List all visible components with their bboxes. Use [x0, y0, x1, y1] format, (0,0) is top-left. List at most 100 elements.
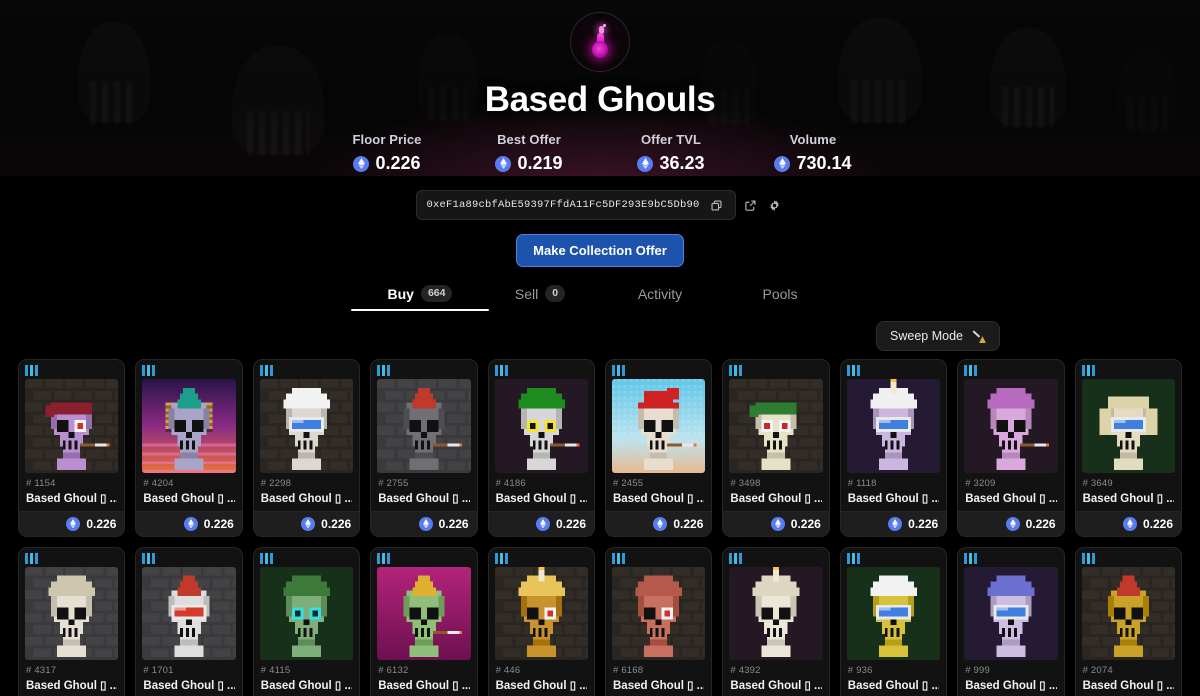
card-top	[489, 548, 594, 660]
nft-artwork	[964, 566, 1058, 660]
eth-icon	[1005, 516, 1020, 531]
token-id: # 446	[495, 664, 521, 676]
tab-buy[interactable]: Buy 664	[351, 285, 489, 312]
card-top	[489, 360, 594, 473]
contract-address-pill[interactable]: 0xeF1a89cbfAbE59397FfdA11Fc5DF293E9bC5Db…	[416, 190, 736, 220]
tab-label: Buy	[387, 285, 414, 302]
nft-card[interactable]: # 3209 Based Ghoul ▯ ... 0.226	[957, 359, 1065, 537]
stat-value: 36.23	[600, 153, 742, 174]
base-chain-icon	[846, 552, 860, 564]
card-top	[958, 548, 1063, 660]
contract-row: 0xeF1a89cbfAbE59397FfdA11Fc5DF293E9bC5Db…	[0, 190, 1200, 220]
sweep-mode-button[interactable]: Sweep Mode	[876, 321, 1000, 352]
tab-activity[interactable]: Activity	[600, 285, 720, 311]
nft-card[interactable]: # 2455 Based Ghoul ▯ ... 0.226	[605, 359, 713, 537]
nft-card[interactable]: # 2755 Based Ghoul ▯ ... 0.226	[370, 359, 478, 537]
nft-artwork	[377, 566, 471, 660]
nft-artwork	[142, 566, 236, 660]
nft-card[interactable]: # 4115Based Ghoul ▯ ...0.226	[252, 546, 361, 696]
price-row[interactable]: 0.226	[371, 510, 477, 536]
eth-icon	[888, 516, 903, 531]
base-chain-icon	[1081, 552, 1095, 564]
nft-artwork	[142, 379, 236, 473]
nft-card[interactable]: # 1154 Based Ghoul ▯ ... 0.226	[18, 359, 126, 537]
card-meta: # 6132 Based Ghoul ▯ ...	[371, 660, 476, 696]
nft-artwork	[612, 379, 706, 473]
token-id: # 6132	[378, 664, 409, 676]
price-row[interactable]: 0.226	[958, 510, 1064, 536]
eth-icon	[353, 155, 370, 172]
token-id: # 2755	[378, 477, 409, 489]
price-value: 0.226	[321, 516, 352, 531]
token-name: Based Ghoul ▯ ...	[260, 492, 353, 505]
card-meta: # 4186 Based Ghoul ▯ ...	[489, 473, 594, 511]
make-collection-offer-button[interactable]: Make Collection Offer	[516, 234, 684, 267]
nft-card[interactable]: # 2298 Based Ghoul ▯ ... 0.226	[252, 359, 361, 537]
base-chain-icon	[964, 552, 978, 564]
token-id: # 4186	[495, 477, 526, 489]
price-row[interactable]: 0.226	[253, 510, 360, 536]
token-id: # 999	[965, 664, 990, 676]
token-name: Based Ghoul ▯ ...	[613, 679, 705, 692]
stat-offer-tvl: Offer TVL 36.23	[600, 132, 742, 174]
token-id: # 2074	[1082, 664, 1113, 676]
copy-icon[interactable]	[708, 196, 726, 214]
nft-card[interactable]: # 446Based Ghoul ▯ ...0.226	[487, 546, 595, 696]
card-meta: # 3209 Based Ghoul ▯ ...	[958, 473, 1063, 511]
price-row[interactable]: 0.226	[840, 510, 947, 536]
card-top	[841, 548, 946, 660]
token-name: Based Ghoul ▯ ...	[847, 492, 940, 505]
token-name: Based Ghoul ▯ ...	[495, 679, 587, 692]
tab-pools[interactable]: Pools	[720, 285, 840, 311]
nft-card[interactable]: # 4204 Based Ghoul ▯ ... 0.226	[135, 359, 243, 537]
stat-number: 0.226	[375, 153, 421, 173]
collection-stats: Floor Price 0.226 Best Offer 0.219 Offer…	[316, 132, 884, 174]
base-chain-icon	[25, 552, 38, 564]
base-chain-icon	[494, 365, 508, 377]
external-link-icon[interactable]	[742, 196, 760, 214]
eth-icon	[495, 155, 512, 172]
eth-icon	[774, 155, 791, 172]
tab-sell[interactable]: Sell 0	[480, 285, 600, 311]
token-id: # 1118	[847, 477, 877, 489]
nft-card[interactable]: # 4392Based Ghoul ▯ ...0.226	[722, 546, 830, 696]
offer-button-row: Make Collection Offer	[0, 234, 1200, 267]
nft-card[interactable]: # 999Based Ghoul ▯ ...0.226	[957, 546, 1065, 696]
price-row[interactable]: 0.226	[136, 510, 242, 536]
card-top	[19, 548, 124, 660]
eth-icon	[66, 516, 81, 531]
price-row[interactable]: 0.226	[488, 510, 594, 536]
nft-card[interactable]: # 1701Based Ghoul ▯ ...0.226	[135, 546, 243, 696]
card-top	[1076, 360, 1181, 473]
nft-card[interactable]: # 4317Based Ghoul ▯ ...0.226	[18, 546, 126, 696]
nft-card[interactable]: # 936Based Ghoul ▯ ...0.226	[839, 546, 948, 696]
base-chain-icon	[729, 365, 743, 377]
stat-label: Floor Price	[352, 132, 422, 147]
token-name: Based Ghoul ▯ ...	[26, 679, 118, 692]
tab-label: Pools	[762, 285, 798, 302]
token-name: Based Ghoul ▯ ...	[965, 679, 1057, 692]
nft-card[interactable]: # 3498 Based Ghoul ▯ ... 0.226	[722, 359, 830, 537]
stat-label: Volume	[789, 132, 837, 147]
nft-card[interactable]: # 6168Based Ghoul ▯ ...0.226	[605, 546, 713, 696]
price-row[interactable]: 0.226	[723, 510, 829, 536]
eth-icon	[535, 516, 550, 531]
price-row[interactable]: 0.226	[606, 510, 712, 536]
token-id: # 936	[847, 664, 873, 676]
stat-volume: Volume 730.14	[742, 132, 884, 174]
nft-card[interactable]: # 2074Based Ghoul ▯ ...0.226	[1074, 546, 1182, 696]
eth-icon	[183, 516, 198, 531]
nft-grid: # 1154 Based Ghoul ▯ ... 0.226 # 4204 Based …	[0, 351, 1200, 696]
card-meta: # 3649 Based Ghoul ▯ ...	[1076, 473, 1181, 511]
nft-card[interactable]: # 3649 Based Ghoul ▯ ... 0.226	[1074, 359, 1182, 537]
token-id: # 1701	[143, 664, 174, 676]
price-row[interactable]: 0.226	[19, 510, 125, 536]
price-row[interactable]: 0.226	[1075, 510, 1181, 536]
nft-card[interactable]: # 6132Based Ghoul ▯ ...0.226	[370, 546, 478, 696]
gear-icon[interactable]	[766, 196, 784, 214]
nft-card[interactable]: # 1118 Based Ghoul ▯ ... 0.226	[839, 359, 948, 537]
token-name: Based Ghoul ▯ ...	[260, 679, 353, 692]
nft-card[interactable]: # 4186 Based Ghoul ▯ ... 0.226	[487, 359, 595, 537]
card-top	[136, 548, 241, 660]
nft-artwork	[964, 379, 1058, 473]
